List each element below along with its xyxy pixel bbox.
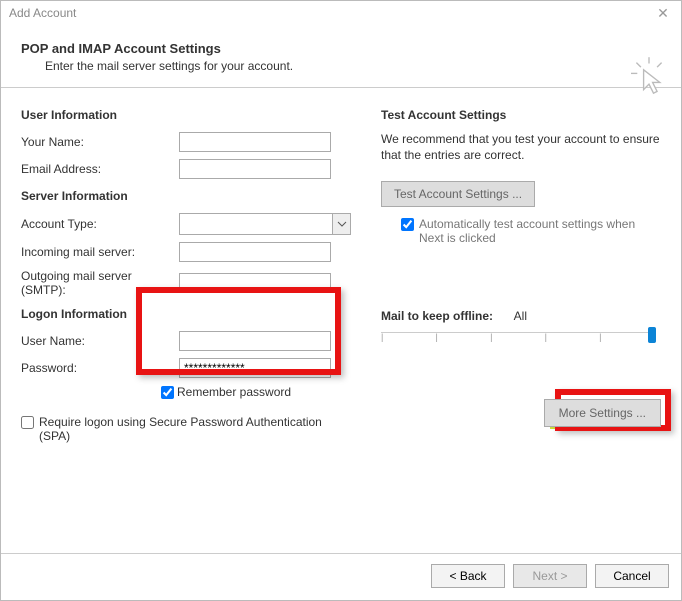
logon-info-heading: Logon Information bbox=[21, 307, 361, 321]
username-input[interactable] bbox=[179, 331, 331, 351]
spa-label: Require logon using Secure Password Auth… bbox=[39, 415, 339, 443]
header-subtitle: Enter the mail server settings for your … bbox=[21, 59, 661, 73]
next-button[interactable]: Next > bbox=[513, 564, 587, 588]
remember-password-checkbox[interactable] bbox=[161, 386, 174, 399]
account-type-label: Account Type: bbox=[21, 217, 179, 231]
incoming-server-label: Incoming mail server: bbox=[21, 245, 179, 259]
window-title: Add Account bbox=[9, 6, 76, 20]
slider-thumb[interactable] bbox=[648, 327, 656, 343]
auto-test-checkbox[interactable] bbox=[401, 218, 414, 231]
remember-password-label: Remember password bbox=[177, 385, 291, 399]
user-info-heading: User Information bbox=[21, 108, 361, 122]
password-label: Password: bbox=[21, 361, 179, 375]
test-account-settings-button[interactable]: Test Account Settings ... bbox=[381, 181, 535, 207]
more-settings-button[interactable]: More Settings ... bbox=[544, 399, 661, 427]
back-button[interactable]: < Back bbox=[431, 564, 505, 588]
your-name-label: Your Name: bbox=[21, 135, 179, 149]
password-input[interactable] bbox=[179, 358, 331, 378]
test-settings-heading: Test Account Settings bbox=[381, 108, 661, 122]
close-icon[interactable]: ✕ bbox=[653, 5, 673, 22]
test-recommend-text: We recommend that you test your account … bbox=[381, 132, 661, 163]
cursor-click-icon bbox=[631, 57, 667, 100]
server-info-heading: Server Information bbox=[21, 189, 361, 203]
username-label: User Name: bbox=[21, 334, 179, 348]
account-type-select[interactable] bbox=[179, 213, 351, 235]
cancel-button[interactable]: Cancel bbox=[595, 564, 669, 588]
mail-keep-value: All bbox=[514, 309, 527, 323]
mail-keep-label: Mail to keep offline: bbox=[381, 309, 511, 323]
incoming-server-input[interactable] bbox=[179, 242, 331, 262]
spa-checkbox[interactable] bbox=[21, 416, 34, 429]
header-title: POP and IMAP Account Settings bbox=[21, 41, 661, 56]
your-name-input[interactable] bbox=[179, 132, 331, 152]
auto-test-label: Automatically test account settings when… bbox=[419, 217, 659, 245]
outgoing-server-input[interactable] bbox=[179, 273, 331, 293]
chevron-down-icon[interactable] bbox=[332, 214, 350, 234]
email-label: Email Address: bbox=[21, 162, 179, 176]
outgoing-server-label: Outgoing mail server (SMTP): bbox=[21, 269, 179, 297]
email-input[interactable] bbox=[179, 159, 331, 179]
mail-keep-slider[interactable]: |||||| bbox=[381, 329, 656, 347]
